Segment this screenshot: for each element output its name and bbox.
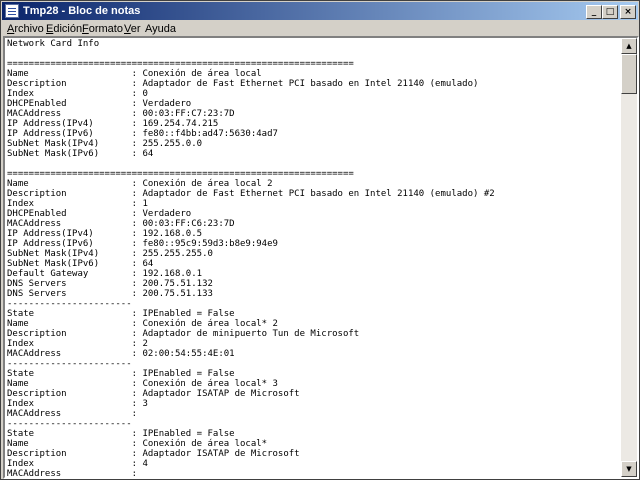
text-line[interactable]: Description : Adaptador ISATAP de Micros… — [7, 389, 300, 399]
notepad-window: Tmp28 - Bloc de notas _ □ × Archivo Edic… — [0, 0, 640, 480]
text-line[interactable]: ----------------------- — [7, 299, 132, 309]
text-line[interactable]: SubNet Mask(IPv6) : 64 — [7, 149, 153, 159]
text-line[interactable]: SubNet Mask(IPv6) : 64 — [7, 259, 153, 269]
menu-archivo-label: rchivo — [14, 23, 44, 35]
scroll-up-arrow-icon[interactable]: ▲ — [621, 38, 637, 54]
text-line[interactable]: Description : Adaptador de minipuerto Tu… — [7, 329, 359, 339]
text-line[interactable]: ========================================… — [7, 169, 354, 179]
text-line[interactable]: MACAddress : 00:03:FF:C7:23:7D — [7, 109, 235, 119]
text-line[interactable]: Name : Conexión de área local* — [7, 439, 267, 449]
minimize-button[interactable]: _ — [586, 5, 602, 19]
text-line[interactable]: Index : 1 — [7, 199, 148, 209]
text-line[interactable]: MACAddress : — [7, 409, 137, 419]
notepad-icon[interactable] — [5, 4, 19, 18]
text-line[interactable]: ========================================… — [7, 59, 354, 69]
text-line[interactable]: Network Card Info — [7, 39, 99, 49]
text-line[interactable]: Index : 4 — [7, 459, 148, 469]
menu-formato-mnemonic: F — [82, 23, 89, 35]
menu-edicion[interactable]: Edición — [46, 22, 82, 36]
text-line[interactable]: MACAddress : 00:03:FF:C6:23:7D — [7, 219, 235, 229]
menu-ayuda[interactable]: Ayuda — [145, 22, 176, 36]
text-line[interactable]: State : IPEnabled = False — [7, 429, 235, 439]
text-line[interactable]: ----------------------- — [7, 359, 132, 369]
text-line[interactable]: MACAddress : — [7, 469, 137, 477]
title-bar[interactable]: Tmp28 - Bloc de notas _ □ × — [2, 2, 638, 20]
menu-edicion-label: dición — [53, 23, 83, 35]
menu-formato[interactable]: Formato — [82, 22, 123, 36]
text-line[interactable]: DNS Servers : 200.75.51.133 — [7, 289, 213, 299]
text-line[interactable]: Name : Conexión de área local* 3 — [7, 379, 278, 389]
window-title: Tmp28 - Bloc de notas — [23, 5, 141, 17]
text-line[interactable]: IP Address(IPv6) : fe80::f4bb:ad47:5630:… — [7, 129, 278, 139]
text-line[interactable]: SubNet Mask(IPv4) : 255.255.255.0 — [7, 249, 213, 259]
text-line[interactable]: Index : 0 — [7, 89, 148, 99]
text-line[interactable]: Name : Conexión de área local — [7, 69, 262, 79]
text-line[interactable]: Default Gateway : 192.168.0.1 — [7, 269, 202, 279]
text-line[interactable]: State : IPEnabled = False — [7, 309, 235, 319]
text-line[interactable]: State : IPEnabled = False — [7, 369, 235, 379]
document-text[interactable]: Network Card Info ======================… — [5, 38, 623, 477]
text-line[interactable]: IP Address(IPv4) : 192.168.0.5 — [7, 229, 202, 239]
text-line[interactable]: DNS Servers : 200.75.51.132 — [7, 279, 213, 289]
text-editor[interactable]: Network Card Info ======================… — [5, 38, 623, 477]
text-line[interactable]: Name : Conexión de área local 2 — [7, 179, 273, 189]
text-line[interactable]: Description : Adaptador de Fast Ethernet… — [7, 189, 495, 199]
edit-area-frame: Network Card Info ======================… — [3, 36, 639, 479]
menu-ayuda-label: Ayuda — [145, 23, 176, 35]
scroll-thumb[interactable] — [621, 54, 637, 94]
text-line[interactable]: DHCPEnabled : Verdadero — [7, 209, 191, 219]
scroll-down-arrow-icon[interactable]: ▼ — [621, 461, 637, 477]
vertical-scrollbar[interactable]: ▲ ▼ — [621, 38, 637, 477]
text-line[interactable]: MACAddress : 02:00:54:55:4E:01 — [7, 349, 235, 359]
text-line[interactable]: IP Address(IPv4) : 169.254.74.215 — [7, 119, 218, 129]
text-line[interactable]: Description : Adaptador de Fast Ethernet… — [7, 79, 478, 89]
text-line[interactable]: Index : 2 — [7, 339, 148, 349]
menu-archivo[interactable]: Archivo — [7, 22, 44, 36]
text-line[interactable]: Name : Conexión de área local* 2 — [7, 319, 278, 329]
text-line[interactable]: ----------------------- — [7, 419, 132, 429]
menu-formato-label: ormato — [88, 23, 123, 35]
menu-ver-label: er — [130, 23, 141, 35]
text-line[interactable]: DHCPEnabled : Verdadero — [7, 99, 191, 109]
text-line[interactable]: Description : Adaptador ISATAP de Micros… — [7, 449, 300, 459]
maximize-button[interactable]: □ — [602, 5, 618, 19]
text-line[interactable]: IP Address(IPv6) : fe80::95c9:59d3:b8e9:… — [7, 239, 278, 249]
menu-ver-mnemonic: V — [124, 23, 131, 35]
text-line[interactable]: Index : 3 — [7, 399, 148, 409]
menu-ver[interactable]: Ver — [124, 22, 141, 36]
text-line[interactable]: SubNet Mask(IPv4) : 255.255.0.0 — [7, 139, 202, 149]
close-button[interactable]: × — [620, 5, 636, 19]
